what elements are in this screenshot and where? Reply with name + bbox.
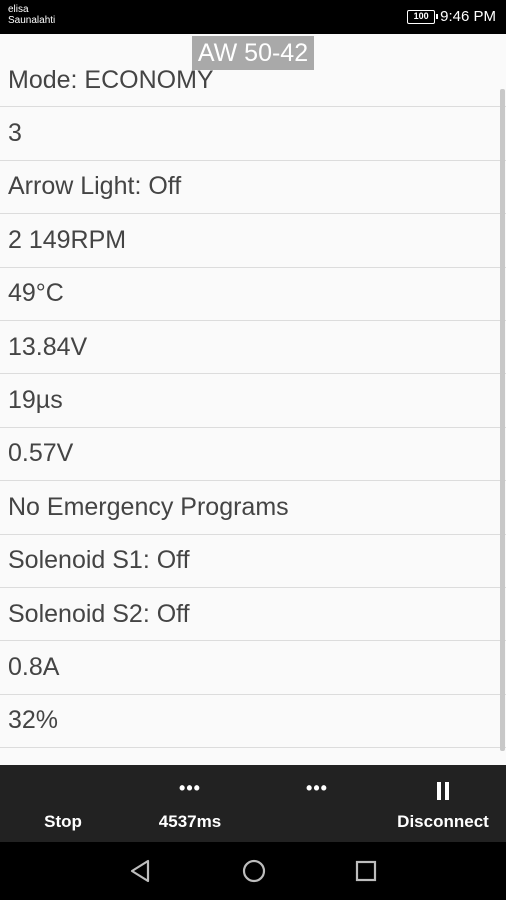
- main-content: AW 50-42 Mode: ECONOMY 3 Arrow Light: Of…: [0, 34, 506, 765]
- disconnect-label: Disconnect: [397, 812, 489, 831]
- list-item[interactable]: Arrow Light: Off: [0, 161, 506, 215]
- list-item[interactable]: 32%: [0, 695, 506, 749]
- data-list: Mode: ECONOMY 3 Arrow Light: Off 2 149RP…: [0, 54, 506, 749]
- scrollbar[interactable]: [500, 89, 505, 751]
- disconnect-button[interactable]: Disconnect: [393, 765, 493, 842]
- more-horizontal-icon: •••: [179, 778, 201, 798]
- action-bar: Stop ••• 4537ms ••• Disconnect: [0, 765, 506, 842]
- list-item[interactable]: 3: [0, 107, 506, 161]
- timing-button[interactable]: ••• 4537ms: [145, 765, 235, 842]
- stop-button[interactable]: Stop: [20, 765, 106, 842]
- list-item[interactable]: 49°C: [0, 268, 506, 321]
- pause-icon: [437, 782, 449, 800]
- nav-back-icon[interactable]: [126, 856, 156, 886]
- list-item[interactable]: 2 149RPM: [0, 214, 506, 268]
- list-item[interactable]: Solenoid S1: Off: [0, 535, 506, 588]
- timing-label: 4537ms: [158, 812, 222, 831]
- more-button[interactable]: •••: [285, 765, 349, 842]
- carrier-name: elisa: [8, 4, 29, 15]
- nav-recents-icon[interactable]: [351, 856, 381, 886]
- clock: 9:46 PM: [440, 8, 496, 25]
- page-title: AW 50-42: [192, 36, 314, 70]
- status-bar: elisa Saunalahti 100 9:46 PM: [0, 0, 506, 34]
- list-item[interactable]: No Emergency Programs: [0, 481, 506, 535]
- carrier-sub: Saunalahti: [8, 15, 56, 26]
- list-item[interactable]: 13.84V: [0, 321, 506, 375]
- status-right: 100 9:46 PM: [407, 8, 496, 25]
- nav-home-icon[interactable]: [239, 856, 269, 886]
- carrier-info: elisa Saunalahti: [8, 4, 55, 26]
- stop-label: Stop: [44, 812, 82, 831]
- battery-icon: 100: [407, 9, 439, 24]
- more-horizontal-icon: •••: [306, 778, 328, 798]
- battery-level: 100: [413, 10, 429, 21]
- list-item[interactable]: 0.8A: [0, 641, 506, 695]
- list-item[interactable]: 0.57V: [0, 428, 506, 482]
- navigation-bar: [0, 842, 506, 900]
- list-item[interactable]: Solenoid S2: Off: [0, 588, 506, 642]
- list-item[interactable]: 19µs: [0, 374, 506, 428]
